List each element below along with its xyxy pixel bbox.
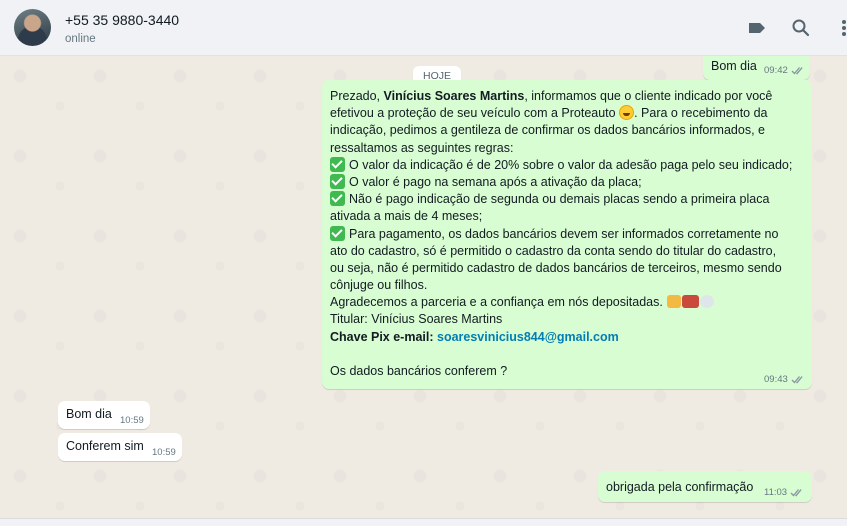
- contact-name[interactable]: +55 35 9880-3440: [65, 12, 179, 28]
- message-line: Os dados bancários conferem ?: [330, 364, 508, 378]
- message-bubble-outgoing[interactable]: Prezado, Vinícius Soares Martins, inform…: [322, 80, 812, 389]
- message-time: 09:43: [764, 374, 788, 385]
- truck-emoji-icon: [682, 295, 700, 309]
- contact-status: online: [65, 33, 96, 45]
- check-mark-icon: [330, 156, 345, 172]
- message-time: 10:59: [120, 415, 144, 426]
- message-text: Conferem sim: [66, 439, 144, 453]
- message-line: Para pagamento, os dados bancários devem…: [330, 225, 805, 243]
- search-icon[interactable]: [790, 17, 812, 39]
- pix-label: Chave Pix e-mail:: [330, 329, 434, 344]
- read-ticks-icon: [791, 376, 803, 384]
- message-line: Prezado, Vinícius Soares Martins, inform…: [330, 89, 773, 103]
- message-line: ato do cadastro, só é permitido o cadast…: [330, 243, 777, 258]
- message-line: Agradecemos a parceria e a confiança em …: [330, 294, 805, 311]
- message-time: 09:42: [764, 65, 788, 76]
- message-line: ativada a mais de 4 meses;: [330, 209, 483, 224]
- message-line: O valor é pago na semana após a ativação…: [330, 173, 805, 191]
- message-line: O valor da indicação é de 20% sobre o va…: [330, 156, 805, 174]
- message-line: cônjuge ou filhos.: [330, 278, 428, 293]
- check-mark-icon: [330, 173, 345, 189]
- message-line: Não é pago indicação de segunda ou demai…: [330, 191, 805, 208]
- message-text: Prezado, Vinícius Soares Martins, inform…: [330, 88, 805, 380]
- grinning-face-emoji-icon: [619, 105, 635, 121]
- message-meta: 09:43: [764, 374, 805, 385]
- email-link[interactable]: soaresvinicius844@gmail.com: [437, 330, 619, 344]
- handshake-emoji-icon: [667, 295, 682, 309]
- check-mark-icon: [330, 225, 345, 241]
- check-mark-icon: [330, 191, 345, 207]
- contact-avatar[interactable]: [14, 9, 51, 46]
- menu-icon[interactable]: [836, 17, 846, 39]
- message-line: Titular: Vinícius Soares Martins: [330, 312, 503, 327]
- message-bubble-outgoing[interactable]: obrigada pela confirmação 11:03: [598, 471, 812, 502]
- label-icon[interactable]: [746, 17, 768, 39]
- message-time: 10:59: [152, 447, 176, 458]
- message-line: [330, 346, 805, 363]
- message-bubble-outgoing[interactable]: Bom dia 09:42: [703, 56, 810, 80]
- message-line: ressaltamos as seguintes regras:: [330, 140, 514, 155]
- gem-emoji-icon: [700, 295, 715, 309]
- message-bubble-incoming[interactable]: Conferem sim 10:59: [58, 433, 182, 461]
- message-text: obrigada pela confirmação: [606, 480, 754, 494]
- message-meta: 09:42: [764, 65, 805, 76]
- message-line: ou seja, não é permitido cadastro de dad…: [330, 260, 782, 275]
- chat-header: +55 35 9880-3440 online: [0, 0, 847, 56]
- message-line: Chave Pix e-mail: soaresvinicius844@gmai…: [330, 329, 805, 346]
- message-line: indicação, pedimos a gentileza de confir…: [330, 123, 765, 138]
- message-text: Bom dia: [66, 407, 112, 421]
- customer-name: Vinícius Soares Martins: [383, 89, 525, 103]
- read-ticks-icon: [790, 489, 802, 497]
- message-line: efetivou a proteção de seu veículo com a…: [330, 105, 768, 121]
- message-text: Bom dia: [711, 59, 757, 73]
- message-meta: 11:03: [764, 487, 804, 498]
- read-ticks-icon: [791, 67, 803, 75]
- message-time: 11:03: [764, 487, 788, 498]
- message-bubble-incoming[interactable]: Bom dia 10:59: [58, 401, 150, 429]
